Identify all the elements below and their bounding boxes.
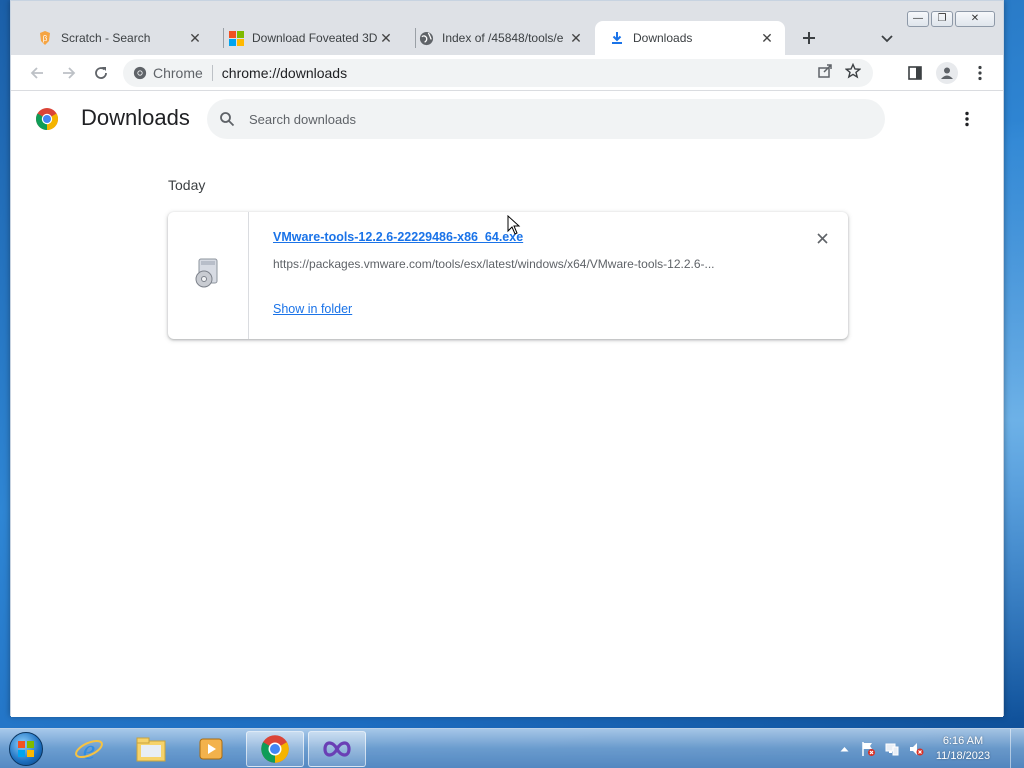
close-icon[interactable]: ✕: [759, 30, 775, 46]
chrome-icon: [261, 735, 289, 763]
windows-logo-icon: [9, 732, 43, 766]
close-icon[interactable]: ✕: [568, 30, 584, 46]
svg-text:e: e: [83, 735, 95, 764]
tab-download-foveated[interactable]: Download Foveated 3D ✕: [214, 21, 404, 55]
taskbar-file-explorer[interactable]: [122, 731, 180, 767]
taskbar-visual-studio[interactable]: [308, 731, 366, 767]
address-bar[interactable]: Chrome chrome://downloads: [123, 59, 873, 87]
search-icon: [220, 112, 235, 127]
browser-menu-button[interactable]: [968, 61, 992, 85]
back-button[interactable]: [25, 61, 49, 85]
close-icon[interactable]: ✕: [378, 30, 394, 46]
show-hidden-icons-icon[interactable]: [835, 740, 853, 758]
forward-button[interactable]: [57, 61, 81, 85]
mouse-cursor-icon: [507, 214, 521, 240]
downloads-page: Downloads Today V: [11, 91, 1003, 717]
chrome-window: — ❐ ✕ β Scratch - Search ✕ Download Fove…: [10, 0, 1004, 717]
avatar: [936, 62, 958, 84]
chrome-logo-icon: [35, 107, 59, 131]
minimize-button[interactable]: —: [907, 11, 929, 27]
page-title: Downloads: [81, 105, 190, 130]
taskbar-chrome[interactable]: [246, 731, 304, 767]
media-player-icon: [199, 738, 223, 760]
more-actions-button[interactable]: [955, 107, 979, 131]
browser-toolbar: Chrome chrome://downloads: [11, 55, 1003, 91]
profile-button[interactable]: [935, 61, 959, 85]
search-input[interactable]: [249, 111, 809, 127]
taskbar: e 6:16 AM 11/18/2023: [0, 728, 1024, 768]
url-text[interactable]: chrome://downloads: [222, 65, 347, 81]
volume-muted-icon[interactable]: [907, 740, 925, 758]
person-icon: [941, 67, 953, 79]
source-url: https://packages.vmware.com/tools/esx/la…: [273, 257, 715, 271]
chip-label: Chrome: [153, 65, 203, 81]
tab-scratch-search[interactable]: β Scratch - Search ✕: [23, 21, 213, 55]
search-downloads-box[interactable]: [207, 99, 885, 139]
kebab-menu-icon: [978, 65, 982, 81]
file-icon-column: [168, 212, 249, 339]
plus-icon: [803, 32, 815, 44]
page-header: Downloads: [11, 91, 1003, 147]
network-icon[interactable]: [883, 740, 901, 758]
close-icon: [816, 232, 828, 244]
microsoft-logo-icon: [228, 30, 244, 46]
tab-search-button[interactable]: [875, 27, 899, 51]
show-in-folder-link[interactable]: Show in folder: [273, 302, 352, 316]
divider: [211, 65, 213, 81]
tab-title: Downloads: [633, 31, 693, 45]
tab-title: Scratch - Search: [61, 31, 151, 45]
taskbar-internet-explorer[interactable]: e: [60, 731, 118, 767]
window-controls: — ❐ ✕: [907, 11, 995, 27]
side-panel-button[interactable]: [903, 61, 927, 85]
tab-index-of-tools[interactable]: Index of /45848/tools/e ✕: [404, 21, 594, 55]
file-name-link[interactable]: VMware-tools-12.2.6-22229486-x86_64.exe: [273, 230, 523, 244]
arrow-right-icon: [63, 67, 76, 79]
taskbar-media-player[interactable]: [182, 731, 240, 767]
system-clock[interactable]: 6:16 AM 11/18/2023: [928, 734, 998, 764]
omnibox-actions: [817, 62, 862, 82]
kebab-menu-icon: [965, 111, 969, 127]
share-icon[interactable]: [817, 63, 833, 82]
site-info-chip[interactable]: Chrome: [123, 65, 203, 81]
brave-search-icon: β: [37, 30, 53, 46]
tab-strip: — ❐ ✕ β Scratch - Search ✕ Download Fove…: [11, 1, 1003, 55]
show-desktop-button[interactable]: [1010, 729, 1024, 768]
clock-date: 11/18/2023: [935, 750, 991, 762]
close-icon[interactable]: ✕: [187, 30, 203, 46]
globe-icon: [418, 30, 434, 46]
chrome-icon: [133, 66, 147, 80]
close-window-button[interactable]: ✕: [955, 11, 995, 27]
tab-title: Download Foveated 3D: [252, 31, 378, 45]
date-heading: Today: [168, 177, 206, 193]
download-icon: [609, 30, 625, 46]
start-button[interactable]: [6, 730, 46, 768]
remove-download-button[interactable]: [812, 228, 832, 248]
reload-button[interactable]: [89, 61, 113, 85]
system-tray: 6:16 AM 11/18/2023: [832, 729, 1024, 768]
maximize-button[interactable]: ❐: [931, 11, 953, 27]
reload-icon: [95, 67, 107, 79]
clock-time: 6:16 AM: [942, 735, 984, 747]
bookmark-star-icon[interactable]: [844, 62, 862, 82]
svg-text:β: β: [43, 34, 48, 43]
side-panel-icon: [908, 66, 922, 80]
internet-explorer-icon: e: [75, 735, 103, 764]
action-center-flag-icon[interactable]: [859, 740, 877, 758]
new-tab-button[interactable]: [797, 26, 821, 50]
arrow-left-icon: [30, 67, 43, 79]
tab-title: Index of /45848/tools/e: [442, 31, 564, 45]
chevron-down-icon: [881, 35, 893, 43]
installer-file-icon: [193, 257, 223, 294]
tab-downloads[interactable]: Downloads ✕: [595, 21, 785, 55]
visual-studio-icon: [323, 741, 351, 757]
file-explorer-icon: [136, 737, 166, 762]
